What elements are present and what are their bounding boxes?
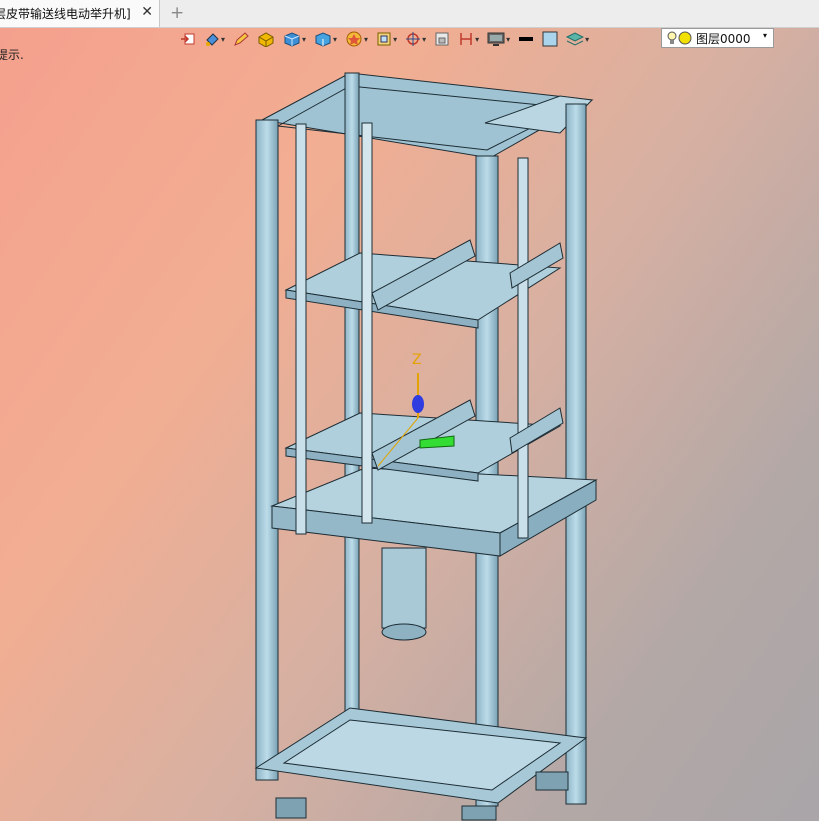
add-tab-icon[interactable]: + [170,3,184,23]
close-tab-icon[interactable]: ✕ [141,4,153,20]
document-tab[interactable]: 层皮带输送线电动举升机] ✕ [0,0,160,27]
tab-title: 层皮带输送线电动举升机] [0,7,131,21]
lift-machine-model[interactable]: Z [0,28,819,821]
3d-viewport[interactable]: 提示. ▾ ▾ ▾ ▾ ▾ ▾ ▾ ▾ ▾ 图层0000 ▾ Z [0,28,819,821]
z-axis-label: Z [412,352,422,368]
tab-bar: 层皮带输送线电动举升机] ✕ + [0,0,819,28]
